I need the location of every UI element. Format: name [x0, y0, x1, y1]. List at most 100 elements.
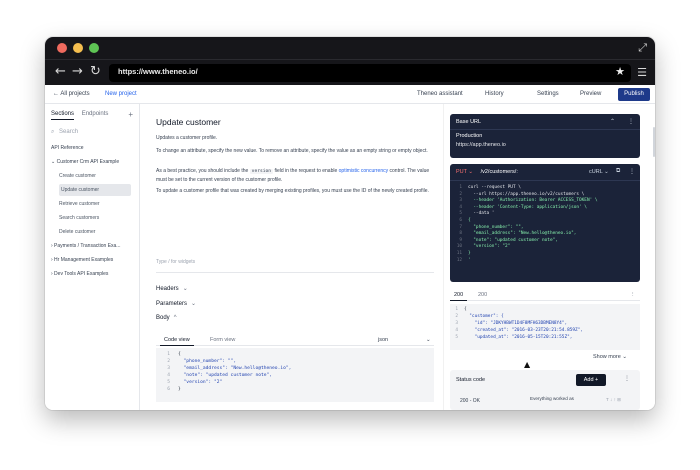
theneo-assistant-button[interactable]: Theneo assistant	[417, 91, 463, 97]
reload-icon[interactable]: ↻	[90, 65, 101, 79]
chevron-up-icon[interactable]: ⌃	[610, 118, 615, 125]
hamburger-menu-icon[interactable]: ☰	[637, 66, 647, 79]
sidebar-item-create-customer[interactable]: Create customer	[59, 170, 131, 182]
best-practice-text-2: field in the request to enable	[274, 168, 338, 174]
all-projects-link[interactable]: ← All projects	[53, 91, 90, 97]
line-number: 11	[456, 250, 462, 256]
code-text: "note": "updated customer note",	[178, 373, 273, 378]
line-number: 5	[167, 380, 170, 385]
headers-label: Headers	[156, 286, 179, 292]
code-text: "version": "2"	[468, 244, 511, 250]
line-number: 6	[459, 217, 462, 223]
publish-button[interactable]: Publish	[618, 88, 650, 101]
chevron-down-icon[interactable]: ⌄	[426, 337, 431, 343]
description-best-practice: As a best practice, you should include t…	[156, 167, 441, 184]
line-number: 1	[459, 185, 462, 190]
title-bar: ⤢	[45, 37, 655, 59]
show-more-button[interactable]: Show more ⌄	[593, 354, 627, 360]
maximize-window-button[interactable]	[89, 43, 99, 53]
format-select[interactable]: json	[378, 337, 388, 343]
status-code-title: Status code	[456, 377, 486, 383]
history-button[interactable]: History	[485, 91, 504, 97]
sidebar: Sections Endpoints + ⌕ Search API Refere…	[45, 104, 140, 410]
forward-arrow-icon[interactable]: →	[72, 65, 83, 79]
sidebar-search-input[interactable]: ⌕ Search	[51, 126, 133, 138]
request-code-block: 1 curl --request PUT \ 2 --url https://ap…	[454, 185, 598, 264]
sidebar-item-hr-management[interactable]: › Hr Management Examples	[51, 254, 131, 266]
line-number: 2	[167, 359, 170, 364]
request-header: PUT ⌄ /v2/customers/:	[456, 169, 518, 175]
sidebar-item-update-customer[interactable]: Update customer	[59, 184, 131, 196]
response-code-block: 1{ 2 "customer": { 3 "id": "JDKYHBWT1D4F…	[450, 304, 640, 350]
method-select[interactable]: PUT ⌄	[456, 169, 473, 175]
divider	[450, 129, 640, 130]
tab-sections[interactable]: Sections	[51, 111, 75, 120]
more-icon[interactable]: ⋮	[628, 118, 634, 125]
tab-endpoints[interactable]: Endpoints	[82, 111, 109, 117]
sidebar-item-api-reference[interactable]: API Reference	[51, 142, 131, 154]
code-line: 1{	[450, 306, 640, 313]
line-number: 4	[455, 328, 458, 333]
sidebar-item-retrieve-customer[interactable]: Retrieve customer	[59, 198, 131, 210]
tab-code-view[interactable]: Code view	[160, 337, 194, 346]
code-line: 8 "email_address": "New.hello@theneo.io"…	[454, 231, 598, 238]
more-icon[interactable]: ⋮	[629, 168, 635, 175]
more-icon[interactable]: ⋮	[624, 375, 630, 382]
tab-response-200-alt[interactable]: 200	[478, 292, 487, 298]
expand-icon[interactable]: ⤢	[638, 41, 647, 55]
status-tools[interactable]: T ↓ ↑ ⊞	[606, 397, 621, 403]
chevron-down-icon: ⌄	[182, 286, 188, 292]
body-code-editor[interactable]: 1{ 2 "phone_number": "", 3 "email_addres…	[156, 348, 434, 402]
star-icon[interactable]: ★	[615, 65, 625, 78]
headers-section[interactable]: Headers ⌄	[156, 285, 188, 292]
line-number: 3	[167, 366, 170, 371]
sidebar-item-payments[interactable]: › Payments / Transaction Exa...	[51, 240, 131, 252]
back-arrow-icon[interactable]: ←	[55, 65, 66, 79]
line-number: 8	[459, 231, 462, 237]
line-number: 2	[455, 314, 458, 319]
sidebar-item-search-customers[interactable]: Search customers	[59, 212, 131, 224]
code-text: {	[468, 217, 471, 223]
code-text: --url https://app.theneo.io/v2/customers…	[468, 191, 585, 197]
minimize-window-button[interactable]	[73, 43, 83, 53]
copy-icon[interactable]: ⧉	[616, 168, 620, 175]
line-number: 6	[167, 387, 170, 392]
code-line: 5 "updated_at": "2016-05-15T20:21:55Z",	[450, 334, 640, 341]
tab-response-200[interactable]: 200	[450, 292, 468, 301]
code-text: '	[468, 257, 471, 263]
code-text: "updated_at": "2016-05-15T20:21:55Z",	[464, 335, 573, 340]
sidebar-item-customer-crm[interactable]: ⌄ Customer Crm API Example	[51, 156, 131, 168]
language-select[interactable]: cURL ⌄	[589, 169, 609, 175]
parameters-label: Parameters	[156, 301, 188, 307]
description-intro: Updates a customer profile.	[156, 135, 218, 141]
body-section[interactable]: Body ^	[156, 315, 177, 321]
description-merge: To update a customer profile that was cr…	[156, 188, 429, 194]
code-line: 3 --header 'Authorization: Bearer ACCESS…	[454, 198, 597, 205]
scrollbar[interactable]	[653, 127, 655, 157]
code-text: "id": "JDKYHBWT1D4F8MFH63DBMEN8Y4",	[464, 321, 568, 326]
tab-form-view[interactable]: Form view	[210, 337, 235, 343]
close-window-button[interactable]	[57, 43, 67, 53]
sidebar-item-delete-customer[interactable]: Delete customer	[59, 226, 131, 238]
settings-button[interactable]: Settings	[537, 91, 559, 97]
add-status-button[interactable]: Add +	[576, 374, 606, 386]
code-text: "created_at": "2016-03-23T20:21:54.859Z"…	[464, 328, 583, 333]
more-icon[interactable]: ⋮	[630, 292, 636, 298]
line-number: 1	[167, 352, 170, 357]
status-description[interactable]: Everything worked as	[530, 396, 574, 401]
production-url: https://app.theneo.io	[456, 142, 506, 148]
request-card: PUT ⌄ /v2/customers/: cURL ⌄ ⧉ ⋮ 1 curl -…	[450, 164, 640, 282]
code-text: "version": "2"	[178, 380, 223, 385]
parameters-section[interactable]: Parameters ⌄	[156, 300, 196, 307]
add-section-button[interactable]: +	[128, 110, 133, 119]
new-project-link[interactable]: New project	[105, 91, 137, 97]
preview-button[interactable]: Preview	[580, 91, 601, 97]
sidebar-tabs: Sections Endpoints	[51, 111, 114, 120]
code-line: 2 "customer": {	[450, 313, 640, 320]
address-bar[interactable]: https://www.theneo.io/ ★	[109, 64, 631, 82]
code-text: }	[468, 250, 471, 256]
sidebar-item-dev-tools[interactable]: › Dev Tools API Examples	[51, 268, 131, 280]
widget-placeholder-input[interactable]: Type / for widgets	[156, 259, 195, 265]
optimistic-concurrency-link[interactable]: optimistic concurrency	[339, 168, 388, 174]
page-title: Update customer	[156, 117, 221, 127]
